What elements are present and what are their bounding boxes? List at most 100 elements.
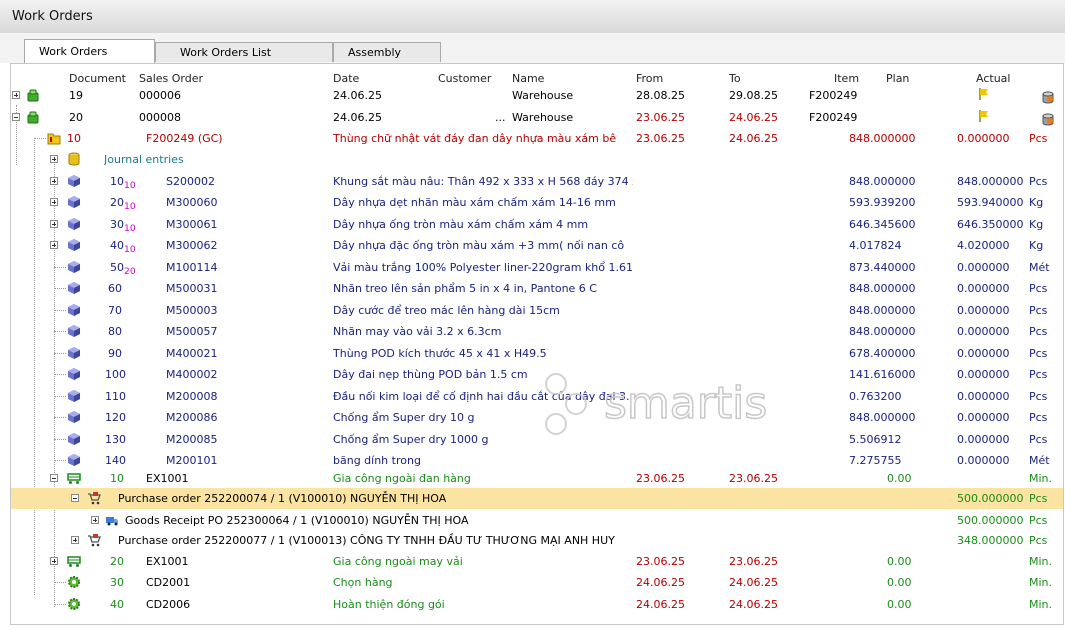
- actual-quantity: 0.000000: [957, 368, 1010, 381]
- plan-quantity: 0.00: [887, 472, 912, 485]
- col-header-from[interactable]: From: [636, 72, 663, 85]
- item-code: M200086: [166, 411, 218, 424]
- col-header-item[interactable]: Item: [834, 72, 859, 85]
- collapse-toggle[interactable]: [50, 474, 58, 482]
- component-row[interactable]: 70 M500003 Dây cước để treo mác lên hàng…: [11, 300, 1063, 321]
- plan-quantity: 848.000000: [849, 304, 916, 317]
- line-number: 70: [108, 304, 122, 317]
- plan-quantity: 848.000000: [849, 132, 916, 145]
- col-header-actual[interactable]: Actual: [976, 72, 1010, 85]
- sales-order: 000006: [139, 89, 181, 102]
- unit: Mét: [1029, 261, 1050, 274]
- item-code: F200249: [809, 89, 858, 102]
- unit: Kg: [1029, 218, 1044, 231]
- item-code: M200008: [166, 390, 218, 403]
- component-row[interactable]: 2010 M300060 Dây nhựa dẹt nhãn màu xám c…: [11, 192, 1063, 213]
- col-header-plan[interactable]: Plan: [886, 72, 909, 85]
- col-header-date[interactable]: Date: [333, 72, 359, 85]
- line-number: 110: [105, 390, 126, 403]
- to-date: 23.06.25: [729, 472, 778, 485]
- expand-toggle[interactable]: [12, 91, 20, 99]
- component-cube-icon: [67, 389, 81, 403]
- plan-quantity: 848.000000: [849, 325, 916, 338]
- unit: Pcs: [1029, 411, 1048, 424]
- operation-row[interactable]: 30 CD2001 Chọn hàng 24.06.25 24.06.25 0.…: [11, 572, 1063, 593]
- actual-quantity: 0.000000: [957, 411, 1010, 424]
- line-number: 10: [67, 132, 81, 145]
- expand-toggle[interactable]: [91, 516, 99, 524]
- work-order-icon: [26, 88, 40, 102]
- component-row[interactable]: 80 M500057 Nhãn may vào vải 3.2 x 6.3cm …: [11, 321, 1063, 342]
- tab-work-orders-list[interactable]: Work Orders List: [155, 42, 333, 62]
- unit: Pcs: [1029, 175, 1048, 188]
- tab-work-orders[interactable]: Work Orders: [24, 39, 155, 63]
- item-code: M100114: [166, 261, 218, 274]
- expand-toggle[interactable]: [50, 177, 58, 185]
- col-header-document[interactable]: Document: [69, 72, 126, 85]
- col-header-sales-order[interactable]: Sales Order: [139, 72, 203, 85]
- from-date: 23.06.25: [636, 132, 685, 145]
- document-number: 19: [69, 89, 83, 102]
- component-row[interactable]: 5020 M100114 Vải màu trắng 100% Polyeste…: [11, 257, 1063, 278]
- line-number: 90: [108, 347, 122, 360]
- tab-assembly[interactable]: Assembly: [333, 42, 441, 62]
- item-code: M500003: [166, 304, 218, 317]
- component-row[interactable]: 1010 S200002 Khung sắt màu nâu: Thân 492…: [11, 171, 1063, 192]
- product-row[interactable]: 10 F200249 (GC) Thùng chữ nhật vát đáy đ…: [11, 128, 1063, 149]
- item-code: M200085: [166, 433, 218, 446]
- component-row[interactable]: 4010 M300062 Dây nhựa đặc ống tròn màu x…: [11, 235, 1063, 256]
- unit: Kg: [1029, 239, 1044, 252]
- expand-toggle[interactable]: [50, 198, 58, 206]
- expand-toggle[interactable]: [50, 557, 58, 565]
- item-description: Dây nhựa dẹt nhãn màu xám chấm xám 14-16…: [333, 196, 616, 209]
- plan-quantity: 141.616000: [849, 368, 916, 381]
- work-order-row[interactable]: 19 000006 24.06.25 Warehouse 28.08.25 29…: [11, 85, 1063, 106]
- work-order-row[interactable]: 20 000008 24.06.25 ... Warehouse 23.06.2…: [11, 107, 1063, 128]
- plan-quantity: 0.00: [887, 555, 912, 568]
- col-header-to[interactable]: To: [729, 72, 741, 85]
- expand-toggle[interactable]: [50, 241, 58, 249]
- col-header-customer[interactable]: Customer: [438, 72, 491, 85]
- to-date: 24.06.25: [729, 598, 778, 611]
- actual-quantity: 0.000000: [957, 390, 1010, 403]
- expand-toggle[interactable]: [50, 220, 58, 228]
- shopping-cart-icon: [87, 491, 101, 505]
- collapse-toggle[interactable]: [12, 113, 20, 121]
- shopping-cart-icon: [87, 533, 101, 547]
- line-number: 120: [105, 411, 126, 424]
- line-number: 140: [105, 454, 126, 467]
- unit: Min.: [1029, 555, 1053, 568]
- operation-description: Chọn hàng: [333, 576, 393, 589]
- component-row[interactable]: 3010 M300061 Dây nhựa ống tròn màu xám c…: [11, 214, 1063, 235]
- expand-toggle[interactable]: [50, 155, 58, 163]
- expand-toggle[interactable]: [71, 536, 79, 544]
- plan-quantity: 0.00: [887, 576, 912, 589]
- purchase-order-row[interactable]: Purchase order 252200074 / 1 (V100010) N…: [11, 488, 1063, 509]
- status-cylinder-icon: [1041, 90, 1055, 104]
- goods-receipt-row[interactable]: Goods Receipt PO 252300064 / 1 (V100010)…: [11, 510, 1063, 531]
- operation-row[interactable]: 20 EX1001 Gia công ngoài may vải 23.06.2…: [11, 551, 1063, 572]
- component-cube-icon: [67, 324, 81, 338]
- collapse-toggle[interactable]: [71, 494, 79, 502]
- to-date: 24.06.25: [729, 576, 778, 589]
- purchase-order-row[interactable]: Purchase order 252200077 / 1 (V100013) C…: [11, 530, 1063, 551]
- unit: Pcs: [1029, 390, 1048, 403]
- customer-ellipsis: ...: [495, 111, 506, 124]
- actual-quantity: 0.000000: [957, 282, 1010, 295]
- operation-row[interactable]: 40 CD2006 Hoàn thiện đóng gói 24.06.25 2…: [11, 594, 1063, 615]
- component-cube-icon: [67, 195, 81, 209]
- line-number: 60: [108, 282, 122, 295]
- window-titlebar: Work Orders: [0, 0, 1065, 34]
- unit: Pcs: [1029, 347, 1048, 360]
- window-title: Work Orders: [12, 9, 93, 24]
- status-cylinder-icon: [1041, 112, 1055, 126]
- item-code: M400021: [166, 347, 218, 360]
- item-description: Dây nhựa đặc ống tròn màu xám +3 mm( nối…: [333, 239, 625, 252]
- component-row[interactable]: 60 M500031 Nhãn treo lên sản phẩm 5 in x…: [11, 278, 1063, 299]
- item-code: M400002: [166, 368, 218, 381]
- operation-row[interactable]: 10 EX1001 Gia công ngoài đan hàng 23.06.…: [11, 468, 1063, 489]
- journal-entries-row[interactable]: Journal entries: [11, 149, 1063, 170]
- work-orders-tree-grid[interactable]: Document Sales Order Date Customer Name …: [10, 63, 1064, 625]
- actual-quantity: 348.000000: [957, 534, 1024, 547]
- col-header-name[interactable]: Name: [512, 72, 544, 85]
